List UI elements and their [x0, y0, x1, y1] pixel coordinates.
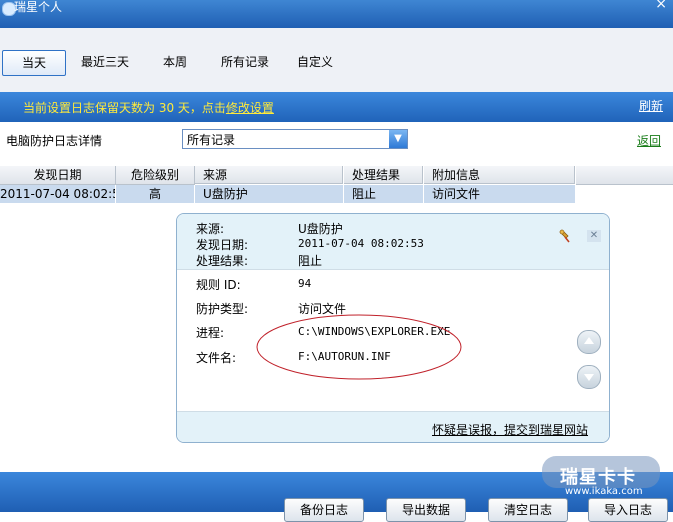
result-label: 处理结果: — [196, 254, 249, 268]
tab-this-week[interactable]: 本周 — [150, 50, 200, 74]
tab-bar: 当天 最近三天 本周 所有记录 自定义 — [0, 28, 673, 92]
cell-source: U盘防护 — [195, 185, 343, 203]
column-header-date[interactable]: 发现日期 — [0, 166, 116, 185]
rule-id-label: 规则 ID: — [196, 278, 241, 292]
watermark-url: www.ikaka.com — [565, 486, 643, 497]
filter-selected-value: 所有记录 — [187, 133, 236, 147]
window-close-button[interactable]: × — [655, 0, 667, 12]
column-header-filler — [576, 166, 673, 185]
scroll-down-button[interactable] — [577, 365, 601, 389]
tab-today[interactable]: 当天 — [2, 50, 66, 76]
popup-close-button[interactable]: ✕ — [587, 230, 601, 242]
column-header-level[interactable]: 危险级别 — [116, 166, 195, 185]
red-ellipse-annotation — [256, 314, 462, 380]
export-data-button[interactable]: 导出数据 — [386, 498, 466, 522]
log-detail-label: 电脑防护日志详情 — [6, 134, 103, 148]
retention-notice: 当前设置日志保留天数为 30 天，点击修改设置 — [23, 99, 274, 116]
clear-log-button[interactable]: 清空日志 — [488, 498, 568, 522]
scroll-up-button[interactable] — [577, 330, 601, 354]
backup-log-button[interactable]: 备份日志 — [284, 498, 364, 522]
tab-last-three-days[interactable]: 最近三天 — [74, 50, 136, 74]
modify-settings-link[interactable]: 修改设置 — [226, 101, 274, 115]
report-false-positive-link[interactable]: 怀疑是误报，提交到瑞星网站 — [432, 421, 588, 438]
result-value: 阻止 — [298, 254, 323, 268]
rule-id-value: 94 — [298, 277, 312, 290]
retention-text: 当前设置日志保留天数为 30 天，点击 — [23, 101, 226, 115]
date-value: 2011-07-04 08:02:53 — [298, 237, 424, 250]
cell-result: 阻止 — [344, 185, 423, 203]
column-header-source[interactable]: 来源 — [195, 166, 343, 184]
info-bar: 当前设置日志保留天数为 30 天，点击修改设置 刷新 — [0, 92, 673, 122]
detail-popup: 来源: U盘防护 发现日期: 2011-07-04 08:02:53 处理结果:… — [176, 213, 610, 443]
tab-all-records[interactable]: 所有记录 — [214, 50, 276, 74]
chevron-down-icon[interactable]: ▼ — [389, 130, 407, 148]
source-label: 来源: — [196, 222, 225, 236]
title-bar: 瑞星个人 × — [0, 0, 673, 28]
pin-icon[interactable] — [557, 228, 573, 244]
column-header-result[interactable]: 处理结果 — [344, 166, 423, 184]
import-log-button[interactable]: 导入日志 — [588, 498, 668, 522]
tab-custom[interactable]: 自定义 — [290, 50, 340, 74]
column-header-extra[interactable]: 附加信息 — [424, 166, 575, 184]
protection-type-label: 防护类型: — [196, 302, 249, 316]
source-value: U盘防护 — [298, 222, 343, 236]
back-link[interactable]: 返回 — [637, 132, 661, 149]
date-label: 发现日期: — [196, 238, 249, 252]
cell-extra: 访问文件 — [424, 185, 575, 203]
cell-date: 2011-07-04 08:02:53 — [0, 185, 115, 203]
record-filter-select[interactable]: 所有记录 ▼ — [182, 129, 408, 149]
refresh-link[interactable]: 刷新 — [639, 97, 663, 114]
window-title: 瑞星个人 — [14, 0, 63, 14]
cell-level: 高 — [116, 185, 194, 203]
file-name-label: 文件名: — [196, 351, 237, 365]
process-label: 进程: — [196, 326, 225, 340]
